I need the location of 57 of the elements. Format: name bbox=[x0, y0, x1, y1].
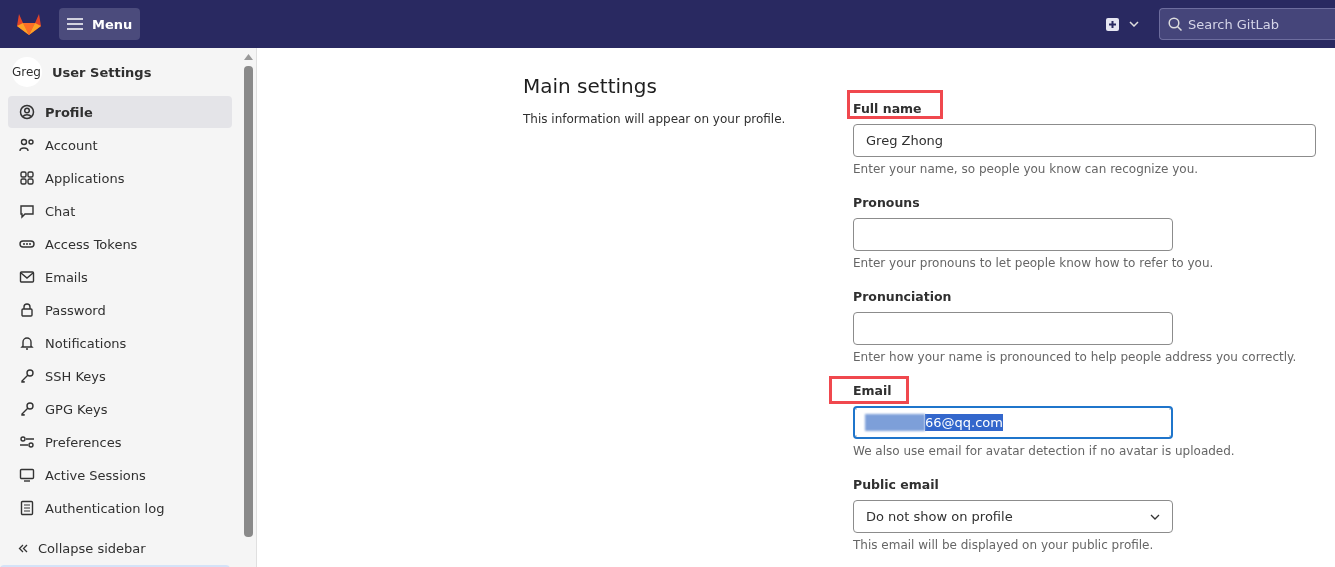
help-text: We also use email for avatar detection if no avatar is uploaded. bbox=[853, 444, 1236, 458]
chevron-down-icon[interactable] bbox=[1129, 21, 1139, 27]
text-field[interactable] bbox=[853, 312, 1173, 345]
sidebar-item[interactable]: Account bbox=[8, 129, 232, 161]
sidebar-item[interactable]: Password bbox=[8, 294, 232, 326]
redaction-blur bbox=[865, 414, 925, 431]
list-icon bbox=[19, 500, 35, 516]
monitor-icon bbox=[19, 467, 35, 483]
text-field[interactable]: Greg Zhong bbox=[853, 124, 1316, 157]
sliders-icon bbox=[19, 434, 35, 450]
help-text: Enter how your name is pronounced to help people address you correctly. bbox=[853, 350, 1298, 364]
help-text: Enter your pronouns to let people know how to refer to you. bbox=[853, 256, 1215, 270]
search-icon bbox=[1168, 17, 1182, 31]
double-chevron-left-icon bbox=[18, 543, 28, 553]
users-icon bbox=[19, 137, 35, 153]
select-dropdown[interactable]: Do not show on profile bbox=[853, 500, 1173, 533]
avatar-image[interactable]: Greg bbox=[12, 57, 42, 87]
field-label: Pronouns bbox=[853, 194, 920, 210]
field-label: Pronunciation bbox=[853, 288, 952, 304]
gitlab-logo-icon[interactable] bbox=[16, 12, 42, 36]
email-field[interactable]: 66@qq.com bbox=[853, 406, 1173, 439]
grid-icon bbox=[19, 170, 35, 186]
sidebar-title: User Settings bbox=[52, 64, 152, 80]
sidebar-item[interactable]: SSH Keys bbox=[8, 360, 232, 392]
field-label: Full name bbox=[853, 100, 922, 116]
sidebar-item[interactable]: Notifications bbox=[8, 327, 232, 359]
bell-icon bbox=[19, 335, 35, 351]
help-text: Enter your name, so people you know can recognize you. bbox=[853, 162, 1200, 176]
text-field[interactable] bbox=[853, 218, 1173, 251]
section-description: This information will appear on your profile. bbox=[523, 112, 787, 126]
user-icon bbox=[19, 104, 35, 120]
chat-icon bbox=[19, 203, 35, 219]
sidebar-item[interactable]: Access Tokens bbox=[8, 228, 232, 260]
sidebar-item[interactable]: Authentication log bbox=[8, 492, 232, 524]
key-icon bbox=[19, 401, 35, 417]
sidebar-item[interactable]: Active Sessions bbox=[8, 459, 232, 491]
sidebar-item[interactable]: Preferences bbox=[8, 426, 232, 458]
sidebar-item[interactable]: Chat bbox=[8, 195, 232, 227]
sidebar-item[interactable]: Applications bbox=[8, 162, 232, 194]
field-label: Email bbox=[853, 382, 892, 398]
collapse-sidebar-button[interactable]: Collapse sidebar bbox=[18, 541, 242, 555]
mail-icon bbox=[19, 269, 35, 285]
scroll-up-icon[interactable] bbox=[243, 54, 253, 60]
scrollbar-thumb[interactable] bbox=[243, 66, 253, 537]
field-label: Public email bbox=[853, 476, 939, 492]
sidebar-item[interactable]: Emails bbox=[8, 261, 232, 293]
lock-icon bbox=[19, 302, 35, 318]
help-text: This email will be displayed on your public profile. bbox=[853, 538, 1155, 552]
chevron-down-icon bbox=[1150, 513, 1160, 520]
sidebar-item[interactable]: GPG Keys bbox=[8, 393, 232, 425]
section-title: Main settings bbox=[523, 74, 658, 98]
menu-icon bbox=[67, 18, 83, 30]
sidebar-item[interactable]: Profile bbox=[8, 96, 232, 128]
key-icon bbox=[19, 368, 35, 384]
plus-square-icon[interactable] bbox=[1106, 17, 1119, 31]
search-field[interactable]: Search GitLab bbox=[1159, 8, 1335, 40]
menu-button[interactable]: Menu bbox=[59, 8, 141, 40]
